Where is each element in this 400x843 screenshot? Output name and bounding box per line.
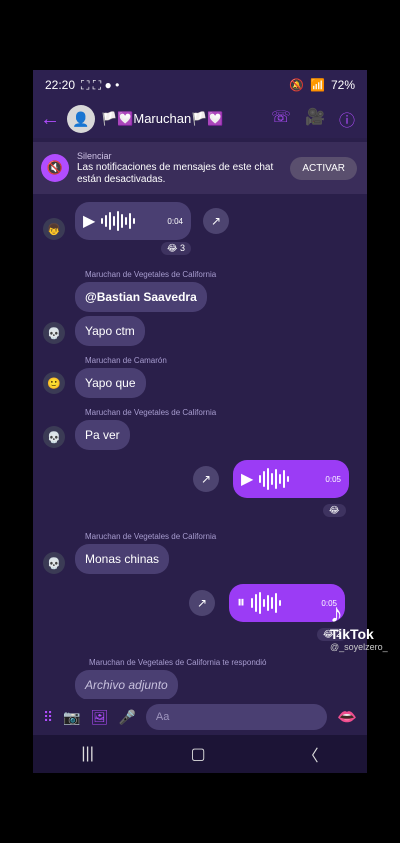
waveform bbox=[251, 592, 315, 614]
avatar[interactable]: 💀 bbox=[43, 322, 65, 344]
camera-icon[interactable]: 📷 bbox=[63, 709, 80, 726]
avatar[interactable]: 🙂 bbox=[43, 372, 65, 394]
message-bubble[interactable]: Yapo ctm bbox=[75, 316, 145, 346]
chat-area: 👦 ▶ 0:04 ↗ 😂 3 Maruchan de Vegetales de … bbox=[33, 194, 367, 700]
back-arrow-icon[interactable]: ← bbox=[33, 108, 67, 131]
status-bar: 22:20 ⛶ ⛶ ● • 🔕 📶 72% bbox=[33, 70, 367, 100]
info-icon[interactable]: ⓘ bbox=[339, 107, 355, 131]
attachment-bubble[interactable]: Archivo adjunto bbox=[75, 670, 178, 700]
status-icons: ⛶ ⛶ ● • bbox=[81, 77, 120, 92]
chat-avatar[interactable]: 👤 bbox=[67, 105, 95, 133]
play-icon[interactable]: ▶ bbox=[83, 211, 95, 231]
pause-icon[interactable]: ⏸ bbox=[237, 594, 245, 612]
play-icon[interactable]: ▶ bbox=[241, 469, 253, 489]
phone-screen: 22:20 ⛶ ⛶ ● • 🔕 📶 72% ← 👤 🏳️💟Maruchan🏳️💟… bbox=[33, 70, 367, 773]
reaction[interactable]: 😂 bbox=[323, 504, 346, 517]
input-placeholder: Aa bbox=[155, 711, 170, 723]
tiktok-watermark: ♪ TikTok @_soyelzero_ bbox=[330, 600, 400, 652]
notice-small: Silenciar bbox=[77, 151, 112, 161]
battery-text: 72% bbox=[330, 78, 355, 92]
tiktok-brand: TikTok bbox=[330, 626, 374, 642]
share-icon[interactable]: ↗ bbox=[193, 466, 219, 492]
mic-icon[interactable]: 🎤 bbox=[118, 709, 135, 726]
back-nav-icon[interactable]: 〈 bbox=[303, 742, 319, 766]
status-time: 22:20 bbox=[45, 78, 76, 92]
video-icon[interactable]: 🎥 bbox=[305, 107, 325, 131]
tiktok-logo-icon: ♪ bbox=[330, 598, 343, 628]
avatar[interactable]: 👦 bbox=[43, 218, 65, 240]
notice-text: Silenciar Las notificaciones de mensajes… bbox=[77, 150, 290, 186]
tiktok-user: @_soyelzero_ bbox=[330, 642, 388, 652]
phone-icon[interactable]: ☏ bbox=[271, 107, 291, 131]
avatar[interactable]: 💀 bbox=[43, 426, 65, 448]
message-bubble[interactable]: Pa ver bbox=[75, 420, 130, 450]
header-actions: ☏ 🎥 ⓘ bbox=[271, 107, 367, 131]
status-right: 🔕 📶 72% bbox=[289, 78, 355, 92]
apps-icon[interactable]: ⠿ bbox=[43, 709, 53, 726]
message-bubble[interactable]: Yapo que bbox=[75, 368, 146, 398]
android-nav-bar: ||| ▢ 〈 bbox=[33, 735, 367, 773]
audio-message[interactable]: ▶ 0:04 bbox=[75, 202, 191, 240]
audio-duration: 0:05 bbox=[325, 474, 341, 484]
audio-message-sent[interactable]: ⏸ 0:05 bbox=[229, 584, 345, 622]
notice-message: Las notificaciones de mensajes de este c… bbox=[77, 162, 274, 185]
sender-name: Maruchan de Vegetales de California bbox=[85, 532, 217, 541]
reaction[interactable]: 😂 3 bbox=[161, 242, 192, 255]
status-left: 22:20 ⛶ ⛶ ● • bbox=[45, 78, 119, 93]
waveform bbox=[101, 210, 161, 232]
mute-icon: 🔕 bbox=[289, 78, 305, 92]
sender-name: Maruchan de Vegetales de California bbox=[85, 408, 217, 417]
audio-duration: 0:04 bbox=[167, 216, 183, 226]
waveform bbox=[259, 468, 319, 490]
home-icon[interactable]: ▢ bbox=[191, 744, 206, 764]
message-bubble[interactable]: Monas chinas bbox=[75, 544, 170, 574]
chat-title[interactable]: 🏳️💟Maruchan🏳️💟 bbox=[101, 111, 271, 127]
notification-muted-icon: 🔇 bbox=[41, 154, 69, 182]
share-icon[interactable]: ↗ bbox=[203, 208, 229, 234]
audio-message-sent[interactable]: ▶ 0:05 bbox=[233, 460, 349, 498]
mute-notice: 🔇 Silenciar Las notificaciones de mensaj… bbox=[33, 142, 367, 194]
avatar[interactable]: 💀 bbox=[43, 552, 65, 574]
chat-header: ← 👤 🏳️💟Maruchan🏳️💟 ☏ 🎥 ⓘ bbox=[33, 100, 367, 138]
image-icon[interactable]: 🖼 bbox=[91, 709, 109, 726]
sender-name: Maruchan de Vegetales de California bbox=[85, 270, 217, 279]
recent-apps-icon[interactable]: ||| bbox=[81, 745, 93, 763]
share-icon[interactable]: ↗ bbox=[189, 590, 215, 616]
activar-button[interactable]: ACTIVAR bbox=[290, 156, 357, 180]
sender-name: Maruchan de Camarón bbox=[85, 356, 167, 365]
reply-info: Maruchan de Vegetales de California te r… bbox=[89, 658, 267, 667]
message-bubble[interactable]: @Bastian Saavedra bbox=[75, 282, 207, 312]
lips-icon[interactable]: 👄 bbox=[337, 707, 357, 727]
message-input[interactable]: Aa bbox=[145, 704, 328, 730]
composer-bar: ⠿ 📷 🖼 🎤 Aa 👄 bbox=[33, 699, 367, 735]
signal-icon: 📶 bbox=[310, 78, 325, 92]
